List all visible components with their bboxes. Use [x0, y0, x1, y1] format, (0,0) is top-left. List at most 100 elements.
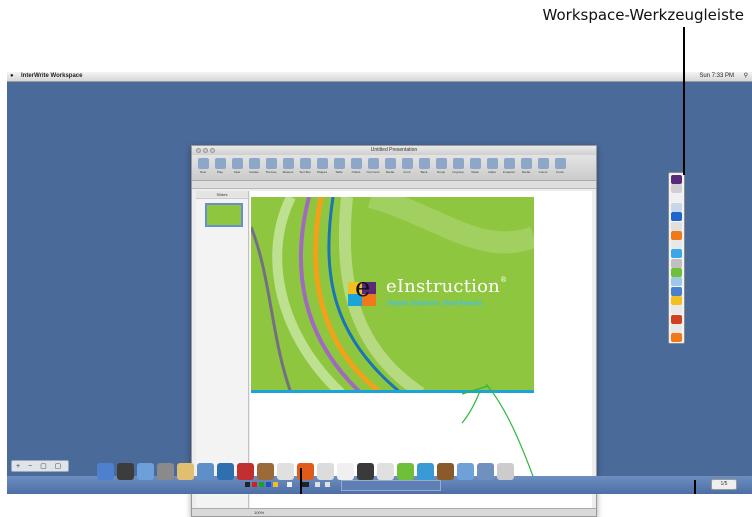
workspace-tool-icon[interactable]: [671, 240, 682, 250]
color-chip-yellow[interactable]: [273, 482, 278, 487]
dock-app-icon[interactable]: [457, 463, 474, 480]
toolbar-button[interactable]: Play: [213, 158, 227, 174]
dock-app-icon[interactable]: [97, 463, 114, 480]
dock-app-icon[interactable]: [377, 463, 394, 480]
slide-thumbnail[interactable]: [205, 203, 243, 227]
toolbar-button[interactable]: New: [196, 158, 210, 174]
toolbar-button[interactable]: Alpha: [485, 158, 499, 174]
dock-app-icon[interactable]: [177, 463, 194, 480]
workspace-tool-icon[interactable]: [671, 268, 682, 277]
toolbar-button[interactable]: Fonts: [553, 158, 567, 174]
zoom-button[interactable]: [210, 148, 215, 153]
color-chip-green[interactable]: [259, 482, 264, 487]
toolbar-button[interactable]: Masters: [281, 158, 295, 174]
toolbar-icon: [486, 158, 498, 169]
app-menu-title[interactable]: InterWrite Workspace: [21, 72, 82, 81]
toolbar-button[interactable]: Ungroup: [451, 158, 465, 174]
toolbar-button[interactable]: Themes: [264, 158, 278, 174]
dock-app-icon[interactable]: [337, 463, 354, 480]
window-toolbar: New Play View Guides Themes Masters Text Box Sh…: [192, 155, 596, 181]
dock-app-icon[interactable]: [317, 463, 334, 480]
workspace-tool-icon[interactable]: [671, 314, 682, 324]
workspace-tool-icon[interactable]: [671, 184, 682, 194]
toolbar-button[interactable]: Shapes: [315, 158, 329, 174]
color-chip-blue[interactable]: [266, 482, 271, 487]
dock-app-icon[interactable]: [277, 463, 294, 480]
workspace-tool-icon[interactable]: [671, 193, 682, 203]
pen-size-icon[interactable]: [287, 482, 292, 487]
dock-app-icon[interactable]: [477, 463, 494, 480]
toolbar-button[interactable]: Guides: [247, 158, 261, 174]
workspace-tool-icon[interactable]: [671, 202, 682, 212]
toolbar-icon: [503, 158, 515, 169]
toolbar-button[interactable]: Media: [519, 158, 533, 174]
toolbar-button[interactable]: Media: [383, 158, 397, 174]
toolbar-button-label: Table: [335, 170, 343, 174]
toolbar-icon: [299, 158, 311, 169]
dock-app-icon[interactable]: [437, 463, 454, 480]
ink-preview-field[interactable]: [341, 480, 441, 491]
workspace-tool-icon[interactable]: [671, 230, 682, 240]
workspace-tool-icon[interactable]: [671, 286, 682, 296]
toolbar-button[interactable]: Back: [417, 158, 431, 174]
dock-app-icon[interactable]: [117, 463, 134, 480]
dock-app-icon[interactable]: [497, 463, 514, 480]
toolbar-button[interactable]: Table: [332, 158, 346, 174]
color-chip-black[interactable]: [245, 482, 250, 487]
grid-icon[interactable]: [315, 482, 320, 487]
workspace-tool-icon[interactable]: [671, 249, 682, 259]
close-button[interactable]: [196, 148, 201, 153]
toolbar-button-label: Group: [436, 170, 446, 174]
toolbar-icon: [520, 158, 532, 169]
toolbar-button[interactable]: View: [230, 158, 244, 174]
toolbar-icon: [350, 158, 362, 169]
toolbar-button-label: Shapes: [316, 170, 328, 174]
dock-app-icon[interactable]: [237, 463, 254, 480]
workspace-tool-icon[interactable]: [671, 295, 682, 305]
toolbar-button-label: Front: [403, 170, 411, 174]
toolbar-icon: [452, 158, 464, 169]
zoom-level[interactable]: 100%: [254, 509, 264, 516]
keyboard-icon[interactable]: [301, 482, 309, 487]
toolbar-icon: [435, 158, 447, 169]
workspace-tool-icon[interactable]: [671, 212, 682, 222]
dock: [97, 454, 727, 480]
dock-app-icon[interactable]: [397, 463, 414, 480]
minimize-button[interactable]: [203, 148, 208, 153]
dock-app-icon[interactable]: [217, 463, 234, 480]
color-chip-red[interactable]: [252, 482, 257, 487]
dock-app-icon[interactable]: [157, 463, 174, 480]
page-counter[interactable]: 1/5: [711, 479, 737, 490]
page-controls[interactable]: + − ▢ ▢: [11, 460, 69, 472]
apple-menu-icon[interactable]: ●: [10, 72, 14, 81]
toolbar-button[interactable]: Group: [434, 158, 448, 174]
workspace-tool-icon[interactable]: [671, 333, 682, 343]
toolbar-button[interactable]: Inspector: [502, 158, 516, 174]
toolbar-button[interactable]: Colors: [536, 158, 550, 174]
menu-bar-clock[interactable]: Sun 7:33 PM: [699, 72, 734, 81]
toolbar-button[interactable]: Charts: [349, 158, 363, 174]
toolbar-icon: [401, 158, 413, 169]
callout-label: Workspace-Werkzeugleiste: [542, 6, 744, 24]
list-icon[interactable]: [325, 482, 330, 487]
dock-app-icon[interactable]: [257, 463, 274, 480]
window-statusbar: 100%: [192, 508, 596, 516]
workspace-tool-icon[interactable]: [671, 258, 682, 268]
dock-app-icon[interactable]: [357, 463, 374, 480]
workspace-tool-icon[interactable]: [671, 305, 682, 315]
dock-app-icon[interactable]: [197, 463, 214, 480]
toolbar-button-label: Mask: [471, 170, 479, 174]
toolbar-button[interactable]: Text Box: [298, 158, 312, 174]
workspace-tool-icon[interactable]: [671, 175, 682, 184]
toolbar-button[interactable]: Mask: [468, 158, 482, 174]
workspace-tool-icon[interactable]: [671, 277, 682, 287]
workspace-tool-icon[interactable]: [671, 323, 682, 333]
toolbar-button[interactable]: Comment: [366, 158, 380, 174]
workspace-tool-icon[interactable]: [671, 221, 682, 231]
toolbar-button-label: Guides: [249, 170, 259, 174]
toolbar-button[interactable]: Front: [400, 158, 414, 174]
toolbar-button-label: Comment: [366, 170, 380, 174]
dock-app-icon[interactable]: [137, 463, 154, 480]
spotlight-icon[interactable]: ⚲: [744, 72, 748, 81]
dock-app-icon[interactable]: [417, 463, 434, 480]
